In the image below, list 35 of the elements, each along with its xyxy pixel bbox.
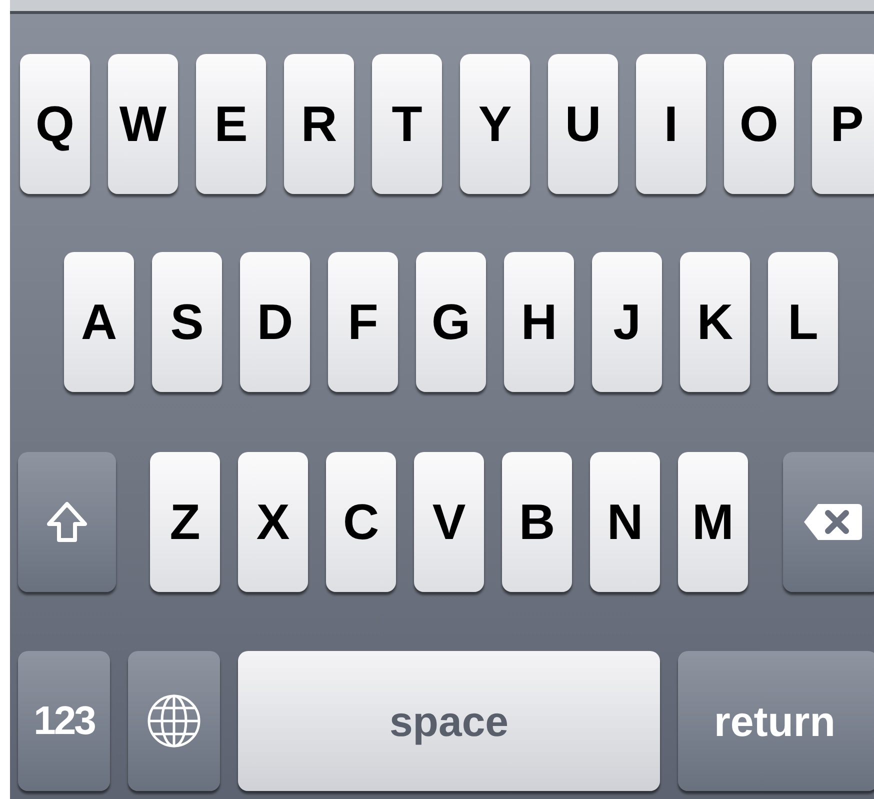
letter-key[interactable]: K <box>680 252 750 392</box>
letter-key[interactable]: H <box>504 252 574 392</box>
return-key[interactable]: return <box>678 651 874 791</box>
letter-key[interactable]: T <box>372 54 442 194</box>
letter-key[interactable]: E <box>196 54 266 194</box>
letter-key[interactable]: Z <box>150 452 220 592</box>
letter-key[interactable]: I <box>636 54 706 194</box>
globe-key[interactable] <box>128 651 220 791</box>
letter-key[interactable]: X <box>238 452 308 592</box>
letter-key[interactable]: J <box>592 252 662 392</box>
letter-key[interactable]: P <box>812 54 874 194</box>
shift-icon <box>45 500 89 544</box>
letter-key[interactable]: R <box>284 54 354 194</box>
letter-key[interactable]: M <box>678 452 748 592</box>
letter-key[interactable]: O <box>724 54 794 194</box>
letter-key[interactable]: C <box>326 452 396 592</box>
letter-key[interactable]: A <box>64 252 134 392</box>
numbers-key[interactable]: 123 <box>18 651 110 791</box>
shift-key[interactable] <box>18 452 116 592</box>
letter-key[interactable]: W <box>108 54 178 194</box>
delete-icon <box>802 502 862 542</box>
letter-key[interactable]: U <box>548 54 618 194</box>
letter-key[interactable]: Y <box>460 54 530 194</box>
letter-key[interactable]: G <box>416 252 486 392</box>
letter-key[interactable]: Q <box>20 54 90 194</box>
letter-key[interactable]: B <box>502 452 572 592</box>
letter-key[interactable]: D <box>240 252 310 392</box>
letter-key[interactable]: N <box>590 452 660 592</box>
letter-key[interactable]: V <box>414 452 484 592</box>
space-key[interactable]: space <box>238 651 660 791</box>
globe-icon <box>146 693 202 749</box>
letter-key[interactable]: L <box>768 252 838 392</box>
letter-key[interactable]: S <box>152 252 222 392</box>
letter-key[interactable]: F <box>328 252 398 392</box>
delete-key[interactable] <box>783 452 874 592</box>
